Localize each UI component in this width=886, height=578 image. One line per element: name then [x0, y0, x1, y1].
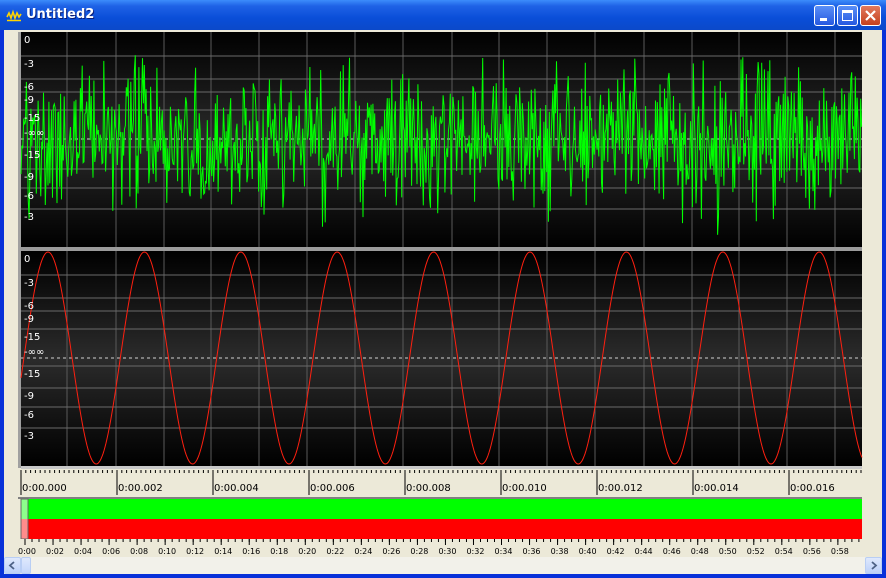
overview-time-label: 0:46: [663, 547, 681, 556]
db-label: -9: [24, 172, 34, 183]
db-label: -6: [24, 82, 34, 93]
overview-time-label: 0:56: [803, 547, 821, 556]
application-window: Untitled2 0 -3 -6 -9 -15 -∞∞ -15 -9 -6 -…: [0, 0, 886, 578]
overview-time-label: 0:38: [551, 547, 569, 556]
horizontal-scrollbar[interactable]: [4, 557, 882, 574]
db-label: 0: [24, 35, 30, 46]
db-label: -6: [24, 301, 34, 312]
overview-time-label: 0:12: [186, 547, 204, 556]
db-label: -3: [24, 59, 34, 70]
overview-time-label: 0:40: [579, 547, 597, 556]
minimize-icon: [820, 18, 827, 21]
overview-time-label: 0:24: [354, 547, 372, 556]
overview-time-label: 0:02: [46, 547, 64, 556]
db-label: -6: [24, 410, 34, 421]
overview-time-label: 0:16: [242, 547, 260, 556]
time-label: 0:00.000: [22, 483, 67, 494]
window-title: Untitled2: [26, 7, 95, 22]
overview-time-label: 0:06: [102, 547, 120, 556]
arrow-right-icon: [871, 561, 878, 570]
db-label: -15: [24, 369, 40, 380]
overview-time-label: 0:42: [607, 547, 625, 556]
close-icon: [865, 10, 876, 21]
waveform-editor[interactable]: 0 -3 -6 -9 -15 -∞∞ -15 -9 -6 -3 0 -3 -6 -9 -15 -∞∞ -15 -…: [4, 30, 882, 557]
title-bar[interactable]: Untitled2: [0, 0, 886, 30]
overview-time-label: 0:34: [495, 547, 513, 556]
overview-time-label: 0:32: [466, 547, 484, 556]
time-label: 0:00.006: [310, 483, 355, 494]
overview-view-window[interactable]: [20, 498, 29, 540]
db-label: -∞∞: [24, 128, 44, 139]
scroll-left-button[interactable]: [4, 557, 21, 574]
db-label: -9: [24, 391, 34, 402]
db-label: -9: [24, 314, 34, 325]
db-label: -∞∞: [24, 347, 44, 358]
overview-time-label: 0:44: [635, 547, 653, 556]
minimize-button[interactable]: [814, 5, 835, 26]
db-label: -15: [24, 332, 40, 343]
db-label: 0: [24, 254, 30, 265]
channel-separator[interactable]: [21, 247, 862, 251]
db-label: -3: [24, 278, 34, 289]
time-label: 0:00.010: [502, 483, 547, 494]
close-button[interactable]: [860, 5, 881, 26]
overview-time-label: 0:14: [214, 547, 232, 556]
overview-time-label: 0:36: [523, 547, 541, 556]
overview-time-label: 0:00: [18, 547, 36, 556]
overview-channel-1-bar[interactable]: [21, 499, 862, 519]
time-label: 0:00.014: [694, 483, 739, 494]
overview-time-label: 0:54: [775, 547, 793, 556]
overview-time-label: 0:48: [691, 547, 709, 556]
db-label: -6: [24, 191, 34, 202]
overview-time-label: 0:26: [382, 547, 400, 556]
scroll-thumb[interactable]: [21, 557, 31, 574]
overview-time-label: 0:28: [410, 547, 428, 556]
channel-bottom-edge: [21, 466, 862, 469]
waveform-app-icon: [6, 9, 22, 22]
overview-time-label: 0:20: [298, 547, 316, 556]
db-label: -3: [24, 212, 34, 223]
overview-time-label: 0:04: [74, 547, 92, 556]
time-label: 0:00.008: [406, 483, 451, 494]
time-label: 0:00.012: [598, 483, 643, 494]
overview-time-label: 0:18: [270, 547, 288, 556]
overview-time-label: 0:58: [831, 547, 849, 556]
time-label: 0:00.004: [214, 483, 259, 494]
overview-time-label: 0:22: [326, 547, 344, 556]
db-label: -3: [24, 431, 34, 442]
db-label: -15: [24, 150, 40, 161]
overview-time-label: 0:10: [158, 547, 176, 556]
overview-time-label: 0:50: [719, 547, 737, 556]
arrow-left-icon: [8, 561, 15, 570]
time-label: 0:00.016: [790, 483, 835, 494]
overview-channel-2-bar[interactable]: [21, 519, 862, 539]
maximize-icon: [842, 10, 853, 21]
left-gutter: [18, 32, 21, 468]
scroll-right-button[interactable]: [865, 557, 882, 574]
overview-top-border: [18, 497, 862, 499]
db-label: -9: [24, 95, 34, 106]
overview-time-label: 0:30: [438, 547, 456, 556]
editor-client-area: 0 -3 -6 -9 -15 -∞∞ -15 -9 -6 -3 0 -3 -6 -9 -15 -∞∞ -15 -…: [4, 30, 882, 574]
db-label: -15: [24, 113, 40, 124]
maximize-button[interactable]: [837, 5, 858, 26]
overview-time-label: 0:52: [747, 547, 765, 556]
time-label: 0:00.002: [118, 483, 163, 494]
overview-time-label: 0:08: [130, 547, 148, 556]
